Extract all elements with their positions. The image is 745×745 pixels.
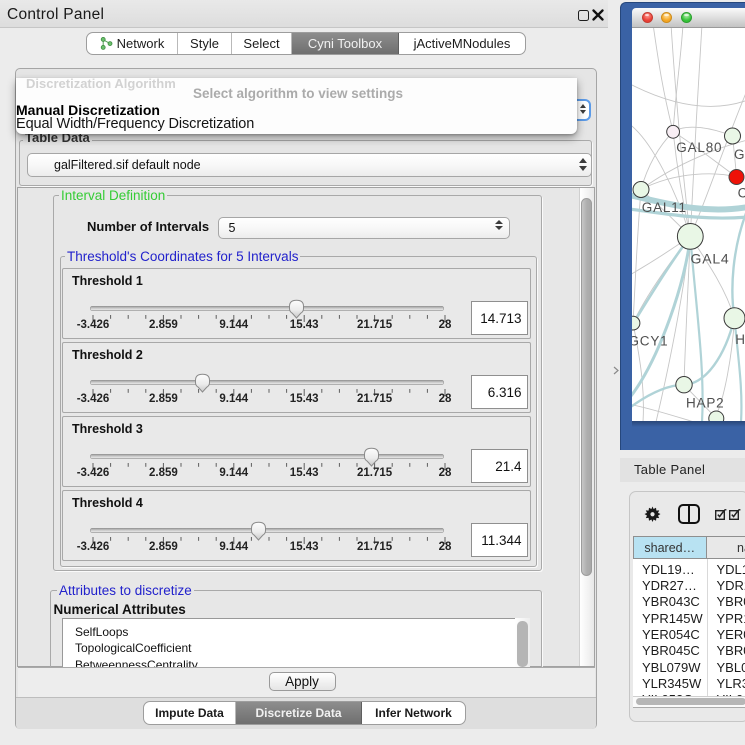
- svg-text:GAL11: GAL11: [642, 200, 687, 215]
- svg-text:C: C: [738, 185, 745, 200]
- svg-text:GAL80: GAL80: [676, 140, 722, 155]
- svg-text:GCY1: GCY1: [632, 333, 668, 348]
- svg-text:GA: GA: [734, 147, 745, 162]
- svg-text:H: H: [735, 332, 745, 347]
- svg-text:GAL4: GAL4: [691, 250, 730, 266]
- svg-text:HAP2: HAP2: [686, 395, 724, 410]
